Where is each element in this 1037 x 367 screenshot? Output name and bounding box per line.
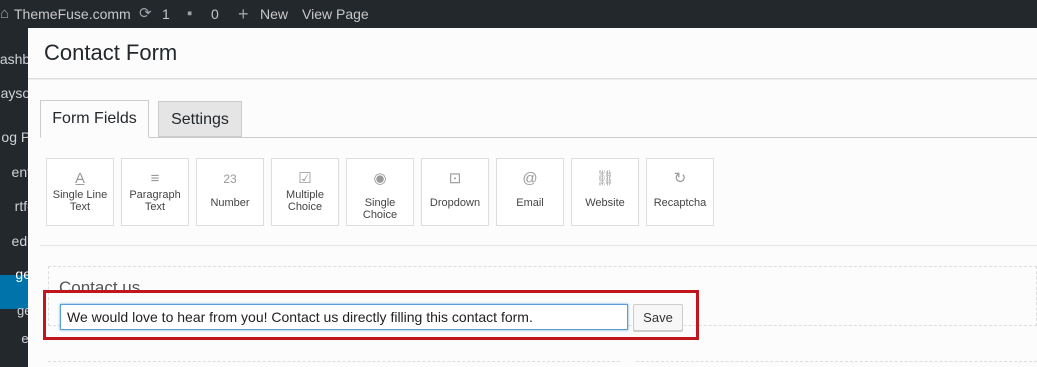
- text-icon: A̲: [74, 170, 85, 187]
- field-label: Dropdown: [429, 197, 481, 209]
- save-button[interactable]: Save: [633, 304, 683, 331]
- comments-icon[interactable]: ▪: [187, 0, 192, 28]
- number-icon: 23: [223, 172, 237, 186]
- form-column-left: [48, 361, 620, 367]
- field-label: Website: [585, 197, 625, 209]
- field-multiple-choice-button[interactable]: ☑ Multiple Choice: [271, 158, 339, 226]
- field-label: Number: [210, 197, 250, 209]
- updates-icon[interactable]: ⟳: [139, 0, 152, 28]
- admin-bar: ⌂ ThemeFuse.comm ⟳ 1 ▪ 0 + New View Page: [0, 0, 1037, 28]
- modal-title: Contact Form: [44, 40, 178, 65]
- field-website-button[interactable]: ⛓ Website: [571, 158, 639, 226]
- plus-icon[interactable]: +: [238, 0, 249, 28]
- field-label: Single Choice: [362, 197, 398, 221]
- field-email-button[interactable]: @ Email: [496, 158, 564, 226]
- field-label: Text: [144, 201, 166, 213]
- dropdown-icon: ⊡: [448, 170, 462, 187]
- contact-form-modal: Contact Form Form Fields Settings A̲ Sin…: [28, 28, 1037, 367]
- field-dropdown-button[interactable]: ⊡ Dropdown: [421, 158, 489, 226]
- field-label: Single Line: [52, 189, 108, 201]
- field-label: Paragraph: [129, 189, 181, 201]
- field-paragraph-text-button[interactable]: ≡ Paragraph Text: [121, 158, 189, 226]
- at-icon: @: [522, 170, 538, 187]
- field-label: Text: [69, 201, 91, 213]
- field-label: Recaptcha: [653, 197, 707, 209]
- form-column-right: [636, 361, 1037, 367]
- comments-count[interactable]: 0: [211, 0, 219, 28]
- new-link[interactable]: New: [260, 0, 288, 28]
- checkbox-icon: ☑: [298, 170, 312, 187]
- site-name-link[interactable]: ThemeFuse.comm: [14, 0, 131, 28]
- refresh-icon: ↻: [673, 170, 687, 187]
- field-number-button[interactable]: 23 Number: [196, 158, 264, 226]
- link-icon: ⛓: [595, 170, 615, 187]
- paragraph-icon: ≡: [150, 170, 160, 187]
- field-single-line-text-button[interactable]: A̲ Single Line Text: [46, 158, 114, 226]
- home-icon[interactable]: ⌂: [0, 0, 9, 28]
- radio-icon: ◉: [373, 170, 387, 187]
- tab-form-fields[interactable]: Form Fields: [40, 100, 149, 138]
- field-label: Email: [516, 197, 544, 209]
- form-description-input[interactable]: [60, 304, 628, 330]
- tab-settings[interactable]: Settings: [158, 101, 242, 137]
- section-divider: [40, 245, 1037, 246]
- field-label: Multiple: [286, 189, 324, 201]
- field-recaptcha-button[interactable]: ↻ Recaptcha: [646, 158, 714, 226]
- field-single-choice-button[interactable]: ◉ Single Choice: [346, 158, 414, 226]
- modal-header: Contact Form: [28, 28, 1037, 79]
- view-page-link[interactable]: View Page: [302, 0, 369, 28]
- field-label: Choice: [287, 201, 323, 213]
- updates-count[interactable]: 1: [162, 0, 170, 28]
